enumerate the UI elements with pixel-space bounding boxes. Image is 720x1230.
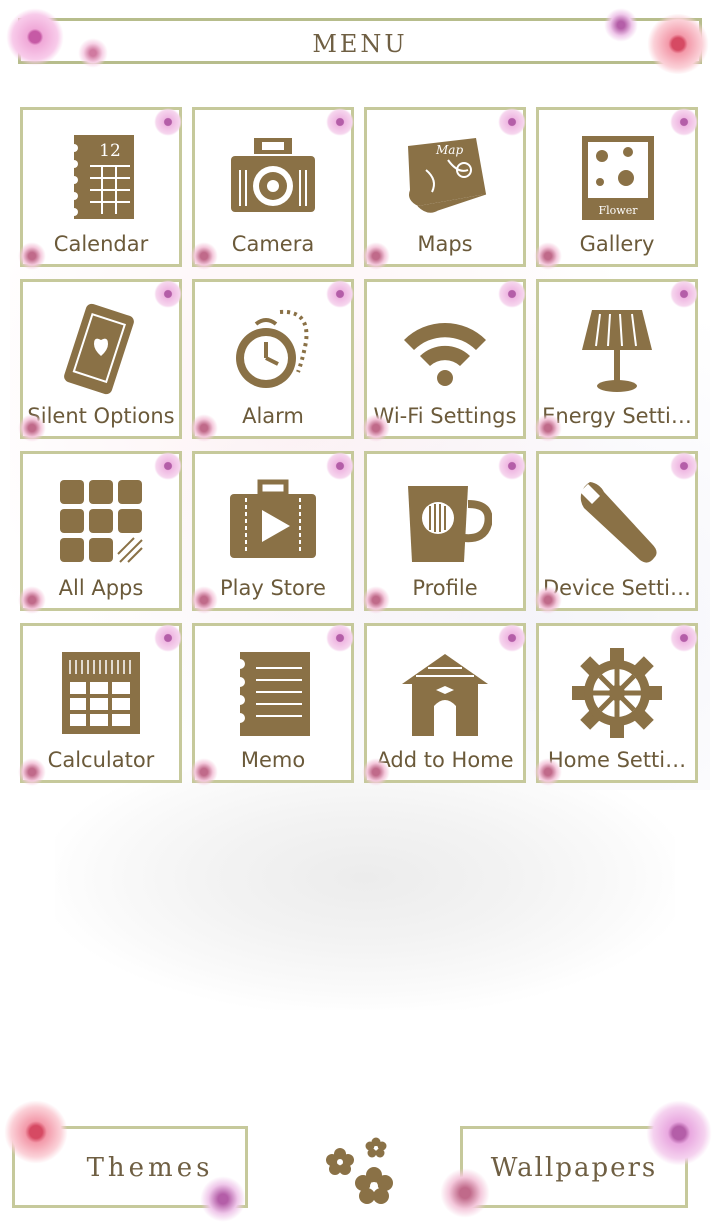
flower-icon: [326, 624, 354, 652]
flower-icon: [154, 280, 182, 308]
flower-decoration-right-small: [604, 8, 638, 42]
flower-decoration-left-small: [78, 38, 108, 68]
flower-icon: [670, 452, 698, 480]
center-flowers-icon: [326, 1137, 393, 1204]
wifi-icon: [404, 323, 486, 386]
flower-icon: [362, 414, 390, 442]
notebook-icon: [235, 652, 310, 736]
gear-icon: [572, 648, 662, 738]
flower-decoration-themes: [4, 1100, 68, 1164]
tile-label: Wi-Fi Settings: [373, 404, 517, 428]
tile-label: Silent Options: [27, 404, 175, 428]
flower-icon: [18, 242, 46, 270]
tile-label: Maps: [417, 232, 473, 256]
flower-decoration-left: [6, 8, 64, 66]
tile-label: Calculator: [47, 748, 155, 772]
flower-icon: [670, 280, 698, 308]
tile-label: Device Setti…: [542, 576, 692, 600]
tile-label: Alarm: [242, 404, 304, 428]
flower-icon: [190, 414, 218, 442]
wallpapers-label: Wallpapers: [490, 1153, 658, 1183]
flower-icon: [498, 624, 526, 652]
flower-icon: [670, 624, 698, 652]
phone-heart-icon: [64, 303, 134, 395]
flower-icon: [498, 452, 526, 480]
tile-label: Gallery: [579, 232, 655, 256]
lamp-icon: [582, 310, 652, 392]
flower-icon: [534, 242, 562, 270]
house-icon: [402, 654, 488, 736]
flower-icon: [326, 108, 354, 136]
map-text: Map: [435, 143, 463, 157]
flower-icon: [18, 586, 46, 614]
flower-icon: [534, 758, 562, 786]
flower-icon: [18, 758, 46, 786]
calendar-date: 12: [99, 141, 121, 161]
flower-icon: [498, 280, 526, 308]
menu-title: MENU: [312, 30, 408, 58]
flower-icon: [534, 586, 562, 614]
flower-decoration-wallpapers-small: [440, 1168, 490, 1218]
grid-icon: [60, 480, 143, 563]
flower-icon: [362, 242, 390, 270]
flower-decoration-right: [646, 14, 710, 74]
flower-icon: [534, 414, 562, 442]
gallery-caption: Flower: [599, 204, 639, 217]
flower-icon: [190, 586, 218, 614]
flower-icon: [18, 414, 46, 442]
tile-label: Home Setti…: [547, 748, 687, 772]
tile-label: Add to Home: [376, 748, 514, 772]
fur-decoration: [55, 770, 675, 1010]
flower-icon: [670, 108, 698, 136]
flower-icon: [190, 242, 218, 270]
tile-label: Calendar: [53, 232, 149, 256]
tile-label: Play Store: [220, 576, 326, 600]
flower-icon: [326, 452, 354, 480]
flower-icon: [498, 108, 526, 136]
gallery-icon: Flower: [582, 136, 654, 220]
tile-label: Memo: [240, 748, 306, 772]
suitcase-play-icon: [230, 479, 316, 558]
tile-label: All Apps: [58, 576, 144, 600]
tile-label: Energy Setti…: [542, 404, 692, 428]
flower-decoration-themes-small: [200, 1176, 246, 1222]
calculator-icon: [62, 652, 140, 734]
map-icon: Map: [408, 138, 487, 213]
camera-icon: [231, 138, 315, 212]
flower-icon: [154, 624, 182, 652]
calendar-icon: 12: [70, 135, 134, 219]
flower-icon: [154, 108, 182, 136]
mug-icon: [408, 486, 492, 562]
wrench-icon: [580, 482, 657, 563]
flower-icon: [154, 452, 182, 480]
flower-icon: [190, 758, 218, 786]
tile-label: Camera: [231, 232, 315, 256]
flower-icon: [326, 280, 354, 308]
flower-icon: [362, 586, 390, 614]
flower-decoration-wallpapers: [646, 1100, 712, 1166]
tile-label: Profile: [412, 576, 478, 600]
flower-icon: [362, 758, 390, 786]
alarm-clock-icon: [236, 309, 309, 388]
menu-header: MENU: [18, 18, 702, 64]
